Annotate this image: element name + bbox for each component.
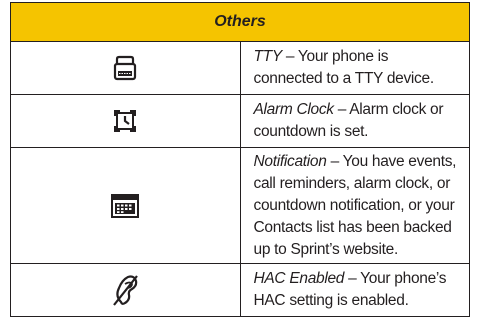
icon-cell bbox=[10, 41, 241, 95]
row-term: HAC Enabled bbox=[253, 270, 345, 287]
row-term: Alarm Clock bbox=[253, 101, 335, 118]
row-description: TTY – Your phone is connected to a TTY d… bbox=[239, 41, 470, 95]
row-description: Notification – You have events, call rem… bbox=[239, 147, 470, 264]
table-row: Notification – You have events, call rem… bbox=[10, 147, 470, 264]
row-description: Alarm Clock – Alarm clock or countdown i… bbox=[239, 94, 470, 148]
notification-icon bbox=[111, 193, 140, 218]
table-row: Alarm Clock – Alarm clock or countdown i… bbox=[10, 94, 470, 148]
icon-legend-table: Others TTY – Your phone is connected to … bbox=[10, 2, 470, 317]
table-header: Others bbox=[10, 2, 470, 42]
icon-cell bbox=[10, 94, 241, 148]
table-row: TTY – Your phone is connected to a TTY d… bbox=[10, 41, 470, 95]
icon-cell bbox=[10, 263, 241, 317]
table-row: HAC Enabled – Your phone’s HAC setting i… bbox=[10, 263, 470, 317]
tty-icon bbox=[114, 55, 137, 81]
row-term: TTY bbox=[253, 48, 283, 65]
row-term: Notification bbox=[253, 152, 327, 170]
row-description: HAC Enabled – Your phone’s HAC setting i… bbox=[239, 263, 470, 317]
header-title: Others bbox=[214, 13, 266, 30]
hac-enabled-icon bbox=[113, 275, 139, 306]
alarm-clock-icon bbox=[114, 110, 137, 132]
icon-cell bbox=[10, 147, 241, 264]
